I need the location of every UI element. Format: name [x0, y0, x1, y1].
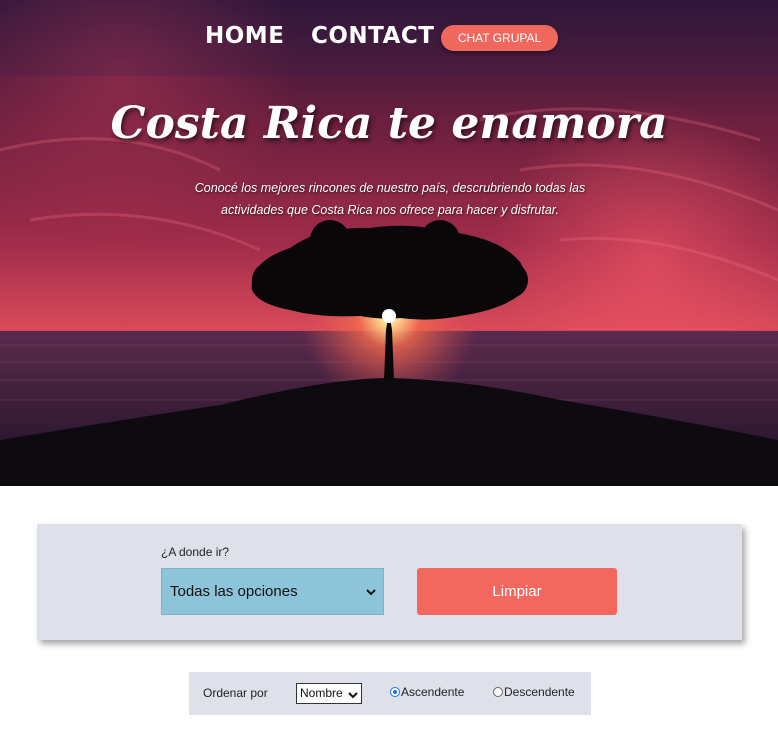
top-navigation: HOME CONTACT CHAT GRUPAL	[0, 20, 778, 60]
radio-ascendente[interactable]	[390, 687, 400, 697]
chevron-down-icon	[348, 692, 358, 699]
sort-bar: Ordenar por Nombre Ascendente Descendent…	[189, 672, 591, 715]
radio-descendente[interactable]	[493, 687, 503, 697]
sort-field-select[interactable]: Nombre	[296, 683, 362, 704]
nav-contact-link[interactable]: CONTACT	[311, 23, 434, 49]
hero-banner: HOME CONTACT CHAT GRUPAL Costa Rica te e…	[0, 0, 778, 486]
sort-label: Ordenar por	[203, 686, 268, 700]
destination-select[interactable]: Todas las opciones	[161, 568, 384, 615]
radio-descendente-label[interactable]: Descendente	[504, 685, 575, 699]
sort-field-value: Nombre	[300, 686, 343, 700]
radio-ascendente-label[interactable]: Ascendente	[401, 685, 464, 699]
nav-home-link[interactable]: HOME	[205, 23, 284, 49]
hero-subtitle: Conocé los mejores rincones de nuestro p…	[194, 181, 586, 217]
clear-button[interactable]: Limpiar	[417, 568, 617, 615]
chat-grupal-button[interactable]: CHAT GRUPAL	[441, 25, 558, 51]
chevron-down-icon	[366, 589, 376, 596]
filter-panel: ¿A donde ir? Todas las opciones Limpiar	[37, 524, 742, 640]
destination-label: ¿A donde ir?	[161, 545, 230, 559]
destination-select-value: Todas las opciones	[170, 583, 298, 600]
hero-title: Costa Rica te enamora	[110, 98, 668, 149]
